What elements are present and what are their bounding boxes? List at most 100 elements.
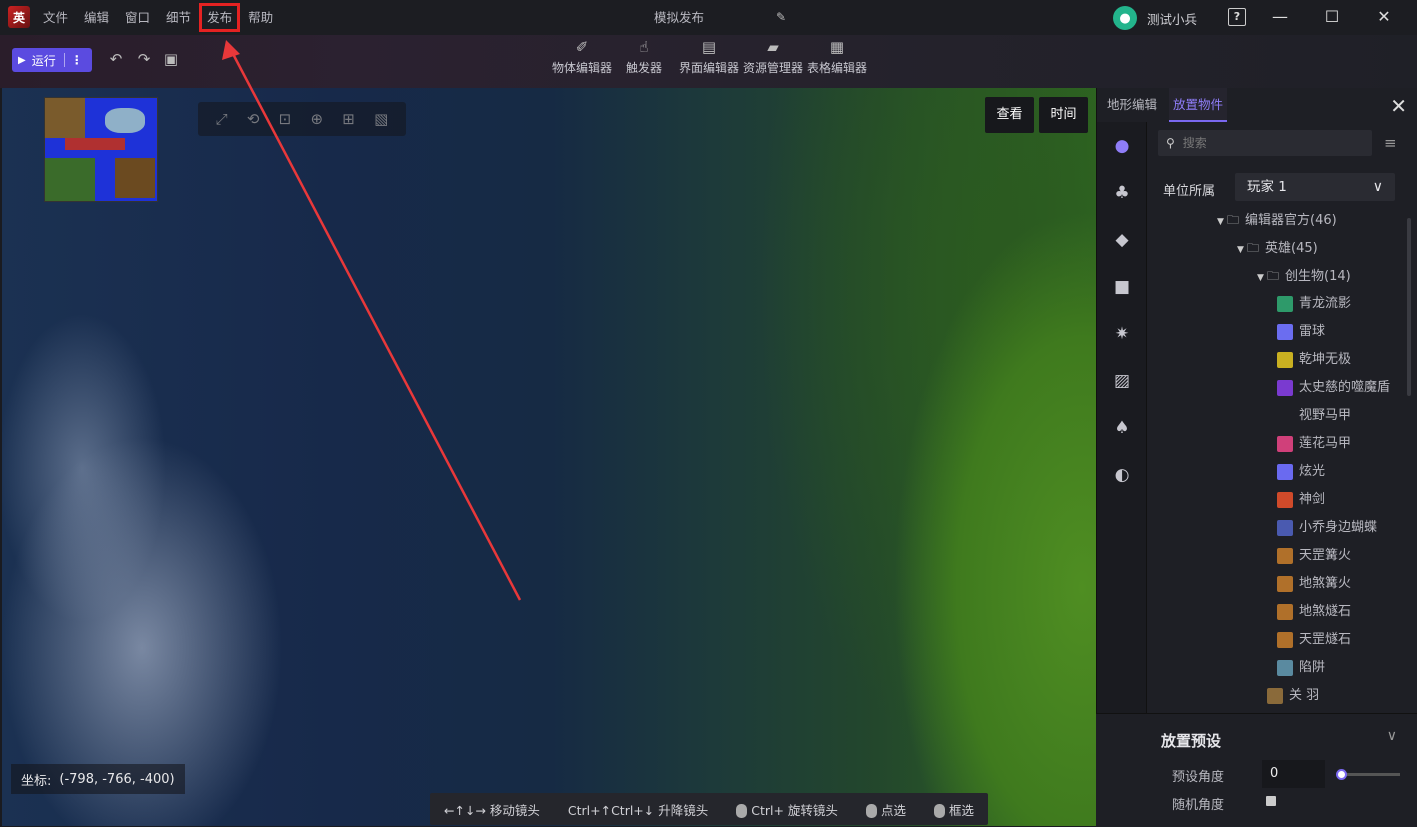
menu-window[interactable]: 窗口 [117,0,158,35]
tree-item-label: 地煞篝火 [1299,576,1352,591]
tree-item[interactable]: 雷球 [1147,318,1407,346]
expand-caret-icon[interactable]: ▼ [1257,264,1267,292]
help-icon[interactable]: ? [1228,8,1246,26]
edit-icon[interactable]: ✎ [776,10,790,24]
minimap[interactable] [44,97,158,202]
tree-item-label: 陷阱 [1299,660,1326,675]
list-menu-icon[interactable]: ≡ [1384,134,1397,152]
close-window-button[interactable]: ✕ [1359,0,1409,35]
tree-item[interactable]: 小乔身边蝴蝶 [1147,514,1407,542]
user-name: 测试小兵 [1147,11,1198,27]
angle-slider[interactable] [1336,769,1400,780]
tree-item-label: 青龙流影 [1299,296,1352,311]
tree-item[interactable]: 天罡燧石 [1147,626,1407,654]
unit-thumbnail-icon [1277,603,1293,620]
search-input[interactable] [1182,136,1363,150]
tree-item[interactable]: 莲花马甲 [1147,430,1407,458]
play-icon: ▶ [18,54,26,66]
scene-viewport[interactable] [2,88,1096,826]
tool-label: 触发器 [625,61,662,75]
snap-icon[interactable]: ⊡ [279,110,292,128]
tool-table-editor[interactable]: ▦ 表格编辑器 [806,39,868,76]
grid-icon[interactable]: ▧ [374,110,388,128]
close-icon[interactable]: ✕ [1390,94,1407,118]
tree-folder[interactable]: ▼ 🗀 编辑器官方(46) [1147,206,1407,234]
tree-item[interactable]: 天罡篝火 [1147,542,1407,570]
tool-label: 物体编辑器 [551,61,612,75]
expand-caret-icon[interactable]: ▼ [1217,208,1227,236]
tree-item-label: 视野马甲 [1299,408,1352,423]
owner-value: 玩家 1 [1247,179,1287,195]
object-tree: ▼ 🗀 编辑器官方(46) ▼ 🗀 英雄(45) ▼ 🗀 创生物(14) 青龙流影雷球 乾坤无极太史… [1147,206,1407,710]
rotate-icon[interactable]: ⟲ [247,110,260,128]
maximize-button[interactable]: ☐ [1307,0,1357,35]
minimize-button[interactable]: — [1255,0,1305,35]
hint-rotate: Ctrl+ 旋转镜头 [736,800,838,819]
unit-thumbnail-icon [1277,519,1293,536]
slider-knob[interactable] [1336,769,1347,780]
tool-object-editor[interactable]: ✐ 物体编辑器 [551,39,613,76]
tree-item-label: 太史慈的噬魔盾 [1299,380,1391,395]
sound-icon[interactable]: ♠ [1097,404,1147,451]
tree-icon[interactable]: ♣ [1097,169,1147,216]
tool-resource-manager[interactable]: ▰ 资源管理器 [742,39,804,76]
unit-icon[interactable]: ● [1097,122,1147,169]
tree-item[interactable]: 乾坤无极 [1147,346,1407,374]
tree-item[interactable]: 地煞篝火 [1147,570,1407,598]
minimap-region [105,108,145,133]
undo-icon[interactable]: ↶ [108,51,124,67]
unit-thumbnail-icon [1277,659,1293,676]
random-angle-label: 随机角度 [1172,798,1225,813]
search-icon: ⚲ [1166,136,1175,150]
expand-caret-icon[interactable]: ▼ [1237,236,1247,264]
item-box-icon[interactable]: ◆ [1097,216,1147,263]
menu-file[interactable]: 文件 [35,0,76,35]
time-button[interactable]: 时间 [1039,97,1088,133]
tree-folder[interactable]: ▼ 🗀 英雄(45) [1147,234,1407,262]
search-box[interactable]: ⚲ [1158,130,1372,156]
menu-details[interactable]: 细节 [158,0,199,35]
tree-item[interactable]: 关 羽 [1147,682,1407,710]
tab-place-object[interactable]: 放置物件 [1169,88,1228,122]
effect-icon[interactable]: ✷ [1097,310,1147,357]
user-account[interactable]: ● 测试小兵 [1113,6,1197,30]
mouse-icon [865,804,877,818]
run-button[interactable]: ▶ 运行 ⋮ [12,48,92,72]
menu-publish[interactable]: 发布 [199,3,241,32]
expand-icon[interactable]: ⤢ [216,110,228,128]
region-icon[interactable]: ▨ [1097,357,1147,404]
tree-item[interactable]: 太史慈的噬魔盾 [1147,374,1407,402]
owner-select[interactable]: 玩家 1 ∨ [1235,173,1395,201]
unit-thumbnail-icon [1277,463,1293,480]
mouse-icon [736,804,748,818]
save-icon[interactable]: ▣ [163,51,179,67]
view-button[interactable]: 查看 [985,97,1034,133]
preset-angle-input[interactable]: 0 [1262,760,1325,788]
tree-scrollbar[interactable] [1407,218,1411,396]
panel-tabs: 地形编辑 放置物件 [1097,88,1417,122]
tree-folder[interactable]: ▼ 🗀 创生物(14) [1147,262,1407,290]
tree-item[interactable]: 青龙流影 [1147,290,1407,318]
tree-item[interactable]: 视野马甲 [1147,402,1407,430]
redo-icon[interactable]: ↷ [136,51,152,67]
tool-trigger[interactable]: ☝ 触发器 [624,39,664,76]
light-icon[interactable]: ◐ [1097,451,1147,498]
random-angle-checkbox[interactable] [1266,796,1276,806]
tree-item[interactable]: 神剑 [1147,486,1407,514]
tree-item-label: 天罡燧石 [1299,632,1352,647]
hand-icon: ☝ [639,38,649,56]
align-icon[interactable]: ⊞ [342,110,355,128]
tree-item[interactable]: 陷阱 [1147,654,1407,682]
tree-item[interactable]: 炫光 [1147,458,1407,486]
tree-item[interactable]: 地煞燧石 [1147,598,1407,626]
tab-terrain-edit[interactable]: 地形编辑 [1107,88,1157,122]
target-icon[interactable]: ⊕ [310,110,323,128]
more-icon[interactable]: ⋮ [71,53,83,67]
tool-ui-editor[interactable]: ▤ 界面编辑器 [678,39,740,76]
tree-item-label: 英雄(45) [1265,241,1318,256]
menu-edit[interactable]: 编辑 [76,0,117,35]
camera-icon[interactable]: ■ [1097,263,1147,310]
tree-item-label: 创生物(14) [1285,269,1351,284]
chevron-down-icon[interactable]: ∨ [1387,728,1397,744]
menu-help[interactable]: 帮助 [240,0,281,35]
